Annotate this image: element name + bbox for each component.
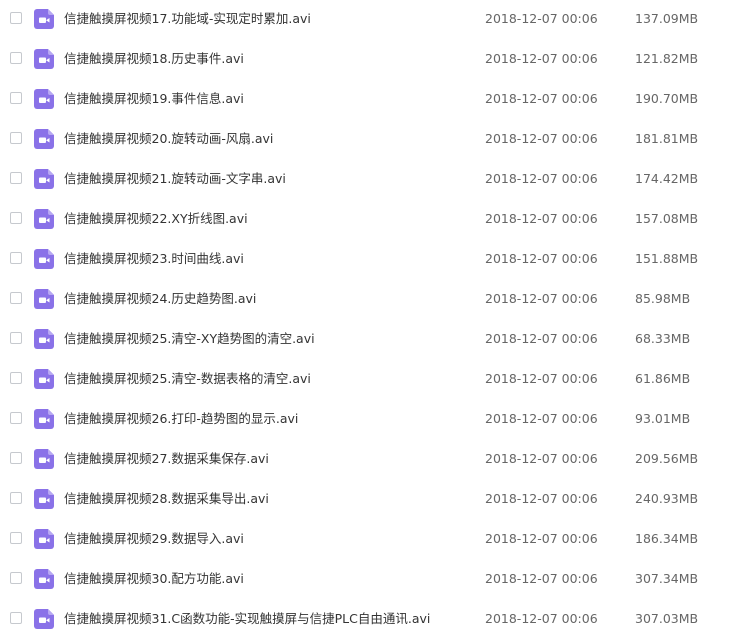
modified-date: 2018-12-07 00:06 (485, 331, 598, 346)
select-checkbox[interactable] (10, 132, 22, 144)
file-list: 信捷触摸屏视频17.功能域-实现定时累加.avi 2018-12-07 00:06… (0, 0, 738, 632)
file-row[interactable]: 信捷触摸屏视频31.C函数功能-实现触摸屏与信捷PLC自由通讯.avi 2018-… (0, 600, 738, 640)
select-checkbox[interactable] (10, 372, 22, 384)
file-row[interactable]: 信捷触摸屏视频22.XY折线图.avi 2018-12-07 00:06 157.0… (0, 200, 738, 240)
video-file-icon (34, 489, 54, 509)
file-row[interactable]: 信捷触摸屏视频23.时间曲线.avi 2018-12-07 00:06 151.88… (0, 240, 738, 280)
file-row[interactable]: 信捷触摸屏视频25.清空-数据表格的清空.avi 2018-12-07 00:06… (0, 360, 738, 400)
file-name-link[interactable]: 信捷触摸屏视频27.数据采集保存.avi (64, 451, 269, 467)
modified-date: 2018-12-07 00:06 (485, 131, 598, 146)
select-checkbox[interactable] (10, 12, 22, 24)
file-name-link[interactable]: 信捷触摸屏视频29.数据导入.avi (64, 531, 244, 547)
file-row[interactable]: 信捷触摸屏视频21.旋转动画-文字串.avi 2018-12-07 00:06 17… (0, 160, 738, 200)
file-size: 240.93MB (635, 491, 699, 506)
video-file-icon (34, 249, 54, 269)
select-checkbox[interactable] (10, 252, 22, 264)
modified-date: 2018-12-07 00:06 (485, 171, 598, 186)
file-size: 137.09MB (635, 11, 699, 26)
video-file-icon (34, 529, 54, 549)
video-file-icon (34, 89, 54, 109)
modified-date: 2018-12-07 00:06 (485, 91, 598, 106)
file-size: 190.70MB (635, 91, 699, 106)
file-name-link[interactable]: 信捷触摸屏视频24.历史趋势图.avi (64, 291, 256, 307)
video-file-icon (34, 49, 54, 69)
file-name-link[interactable]: 信捷触摸屏视频20.旋转动画-风扇.avi (64, 131, 273, 147)
file-row[interactable]: 信捷触摸屏视频20.旋转动画-风扇.avi 2018-12-07 00:06 181… (0, 120, 738, 160)
file-name-link[interactable]: 信捷触摸屏视频28.数据采集导出.avi (64, 491, 269, 507)
file-name-link[interactable]: 信捷触摸屏视频19.事件信息.avi (64, 91, 244, 107)
modified-date: 2018-12-07 00:06 (485, 251, 598, 266)
select-checkbox[interactable] (10, 332, 22, 344)
file-row[interactable]: 信捷触摸屏视频18.历史事件.avi 2018-12-07 00:06 121.82… (0, 40, 738, 80)
file-size: 121.82MB (635, 51, 699, 66)
select-checkbox[interactable] (10, 492, 22, 504)
file-name-link[interactable]: 信捷触摸屏视频30.配方功能.avi (64, 571, 244, 587)
file-row[interactable]: 信捷触摸屏视频26.打印-趋势图的显示.avi 2018-12-07 00:06 9… (0, 400, 738, 440)
file-size: 61.86MB (635, 371, 691, 386)
file-size: 307.34MB (635, 571, 699, 586)
file-size: 181.81MB (635, 131, 699, 146)
modified-date: 2018-12-07 00:06 (485, 411, 598, 426)
file-name-link[interactable]: 信捷触摸屏视频22.XY折线图.avi (64, 211, 248, 227)
select-checkbox[interactable] (10, 292, 22, 304)
file-row[interactable]: 信捷触摸屏视频30.配方功能.avi 2018-12-07 00:06 307.34… (0, 560, 738, 600)
modified-date: 2018-12-07 00:06 (485, 291, 598, 306)
file-size: 68.33MB (635, 331, 691, 346)
video-file-icon (34, 449, 54, 469)
file-name-link[interactable]: 信捷触摸屏视频26.打印-趋势图的显示.avi (64, 411, 298, 427)
modified-date: 2018-12-07 00:06 (485, 451, 598, 466)
modified-date: 2018-12-07 00:06 (485, 371, 598, 386)
file-row[interactable]: 信捷触摸屏视频19.事件信息.avi 2018-12-07 00:06 190.70… (0, 80, 738, 120)
video-file-icon (34, 569, 54, 589)
file-size: 307.03MB (635, 611, 699, 626)
select-checkbox[interactable] (10, 572, 22, 584)
select-checkbox[interactable] (10, 612, 22, 624)
video-file-icon (34, 609, 54, 629)
file-row[interactable]: 信捷触摸屏视频25.清空-XY趋势图的清空.avi 2018-12-07 00:0… (0, 320, 738, 360)
file-size: 85.98MB (635, 291, 691, 306)
select-checkbox[interactable] (10, 532, 22, 544)
select-checkbox[interactable] (10, 412, 22, 424)
video-file-icon (34, 169, 54, 189)
modified-date: 2018-12-07 00:06 (485, 51, 598, 66)
video-file-icon (34, 369, 54, 389)
file-size: 93.01MB (635, 411, 691, 426)
modified-date: 2018-12-07 00:06 (485, 531, 598, 546)
file-row[interactable]: 信捷触摸屏视频29.数据导入.avi 2018-12-07 00:06 186.34… (0, 520, 738, 560)
select-checkbox[interactable] (10, 52, 22, 64)
video-file-icon (34, 329, 54, 349)
modified-date: 2018-12-07 00:06 (485, 611, 598, 626)
video-file-icon (34, 209, 54, 229)
select-checkbox[interactable] (10, 452, 22, 464)
modified-date: 2018-12-07 00:06 (485, 571, 598, 586)
file-name-link[interactable]: 信捷触摸屏视频21.旋转动画-文字串.avi (64, 171, 286, 187)
modified-date: 2018-12-07 00:06 (485, 11, 598, 26)
file-size: 174.42MB (635, 171, 699, 186)
select-checkbox[interactable] (10, 92, 22, 104)
select-checkbox[interactable] (10, 212, 22, 224)
file-row[interactable]: 信捷触摸屏视频17.功能域-实现定时累加.avi 2018-12-07 00:06… (0, 0, 738, 40)
video-file-icon (34, 9, 54, 29)
file-name-link[interactable]: 信捷触摸屏视频31.C函数功能-实现触摸屏与信捷PLC自由通讯.avi (64, 611, 430, 627)
file-name-link[interactable]: 信捷触摸屏视频23.时间曲线.avi (64, 251, 244, 267)
video-file-icon (34, 289, 54, 309)
file-name-link[interactable]: 信捷触摸屏视频25.清空-XY趋势图的清空.avi (64, 331, 315, 347)
file-size: 186.34MB (635, 531, 699, 546)
modified-date: 2018-12-07 00:06 (485, 211, 598, 226)
file-name-link[interactable]: 信捷触摸屏视频25.清空-数据表格的清空.avi (64, 371, 311, 387)
video-file-icon (34, 409, 54, 429)
video-file-icon (34, 129, 54, 149)
file-name-link[interactable]: 信捷触摸屏视频17.功能域-实现定时累加.avi (64, 11, 311, 27)
file-row[interactable]: 信捷触摸屏视频24.历史趋势图.avi 2018-12-07 00:06 85.98… (0, 280, 738, 320)
file-name-link[interactable]: 信捷触摸屏视频18.历史事件.avi (64, 51, 244, 67)
file-size: 151.88MB (635, 251, 699, 266)
select-checkbox[interactable] (10, 172, 22, 184)
modified-date: 2018-12-07 00:06 (485, 491, 598, 506)
file-size: 157.08MB (635, 211, 699, 226)
file-row[interactable]: 信捷触摸屏视频27.数据采集保存.avi 2018-12-07 00:06 209.… (0, 440, 738, 480)
file-row[interactable]: 信捷触摸屏视频28.数据采集导出.avi 2018-12-07 00:06 240.… (0, 480, 738, 520)
file-size: 209.56MB (635, 451, 699, 466)
